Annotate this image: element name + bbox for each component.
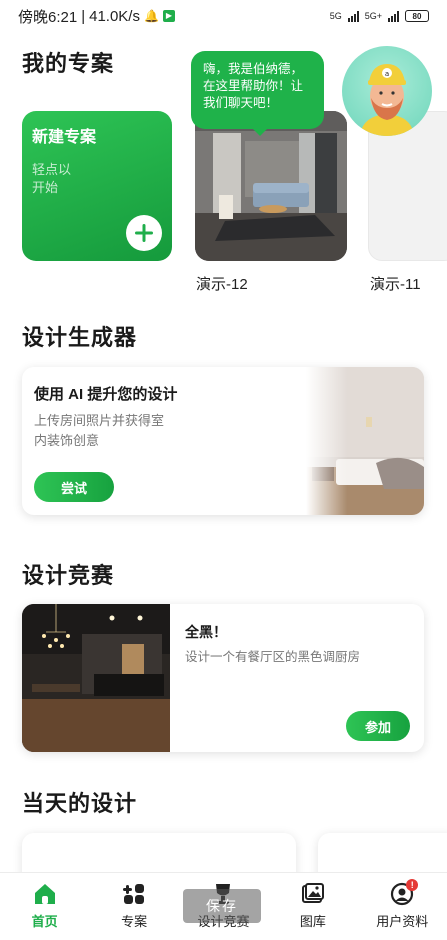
contest-title: 设计竞赛 xyxy=(22,563,115,588)
nav-profile[interactable]: ! 用户资料 xyxy=(362,879,442,940)
plus-icon xyxy=(135,224,153,242)
nav-home[interactable]: 首页 xyxy=(5,881,85,940)
try-button[interactable]: 尝试 xyxy=(34,472,114,502)
bedroom-image xyxy=(306,367,424,515)
network-type-2: 5G+ xyxy=(364,11,382,21)
signal-icon xyxy=(347,10,359,22)
status-time: 傍晚6:21 xyxy=(18,8,78,26)
new-project-title: 新建专案 xyxy=(32,129,97,146)
profile-alert-badge: ! xyxy=(406,879,419,891)
nav-gallery[interactable]: 图库 xyxy=(273,881,353,940)
battery-icon: 80 xyxy=(405,10,429,22)
nav-gallery-label: 图库 xyxy=(299,914,326,929)
signal-icon-2 xyxy=(388,10,399,22)
app-notification-icon: ▶ xyxy=(162,10,175,22)
bernard-avatar-icon: a xyxy=(360,64,414,136)
generator-card-title: 使用 AI 提升您的设计 xyxy=(34,386,178,403)
daily-design-title: 当天的设计 xyxy=(22,791,138,816)
new-project-subtitle: 轻点以开始 xyxy=(32,162,72,195)
join-button[interactable]: 参加 xyxy=(346,711,410,741)
avatar-cap-letter: a xyxy=(385,70,389,78)
contest-card[interactable]: 全黑！ 设计一个有餐厅区的黑色调厨房 参加 xyxy=(22,604,424,752)
chat-bubble-tail xyxy=(250,126,270,136)
nav-profile-label: 用户资料 xyxy=(376,914,429,929)
project-label-demo-12[interactable]: 演示-12 xyxy=(196,273,248,294)
project-label-demo-11[interactable]: 演示-11 xyxy=(370,273,421,294)
network-speed: 41.0K/s xyxy=(89,7,140,25)
network-type-1: 5G xyxy=(329,11,342,21)
living-room-image xyxy=(195,111,347,261)
save-toast: 保存 xyxy=(183,889,261,923)
assistant-avatar[interactable]: a xyxy=(342,46,432,136)
contest-card-title: 全黑！ xyxy=(185,624,227,640)
nav-projects[interactable]: 专案 xyxy=(94,881,174,940)
projects-title: 我的专案 xyxy=(22,51,115,76)
add-project-button[interactable] xyxy=(126,215,162,251)
bell-icon: 🔔 xyxy=(143,9,159,23)
black-kitchen-image xyxy=(22,604,170,752)
new-project-card[interactable]: 新建专案 轻点以开始 xyxy=(22,111,172,261)
contest-card-description: 设计一个有餐厅区的黑色调厨房 xyxy=(185,650,361,664)
assistant-chat-bubble[interactable]: 嗨，我是伯纳德，在这里帮助你！让我们聊天吧！ xyxy=(191,51,324,129)
nav-home-label: 首页 xyxy=(31,914,58,929)
generator-card-description: 上传房间照片并获得室内装饰创意 xyxy=(34,413,165,448)
gallery-icon xyxy=(301,883,324,903)
status-bar: 傍晚6:21 | 41.0K/s 🔔 ▶ 5G 5G+ 80 xyxy=(0,0,447,32)
projects-icon xyxy=(123,884,145,904)
generator-title: 设计生成器 xyxy=(22,325,138,350)
nav-projects-label: 专案 xyxy=(121,914,148,929)
ai-generator-card[interactable]: 使用 AI 提升您的设计 上传房间照片并获得室内装饰创意 尝试 xyxy=(22,367,424,515)
project-thumbnail-demo-12[interactable] xyxy=(195,111,347,261)
home-icon xyxy=(34,884,55,904)
